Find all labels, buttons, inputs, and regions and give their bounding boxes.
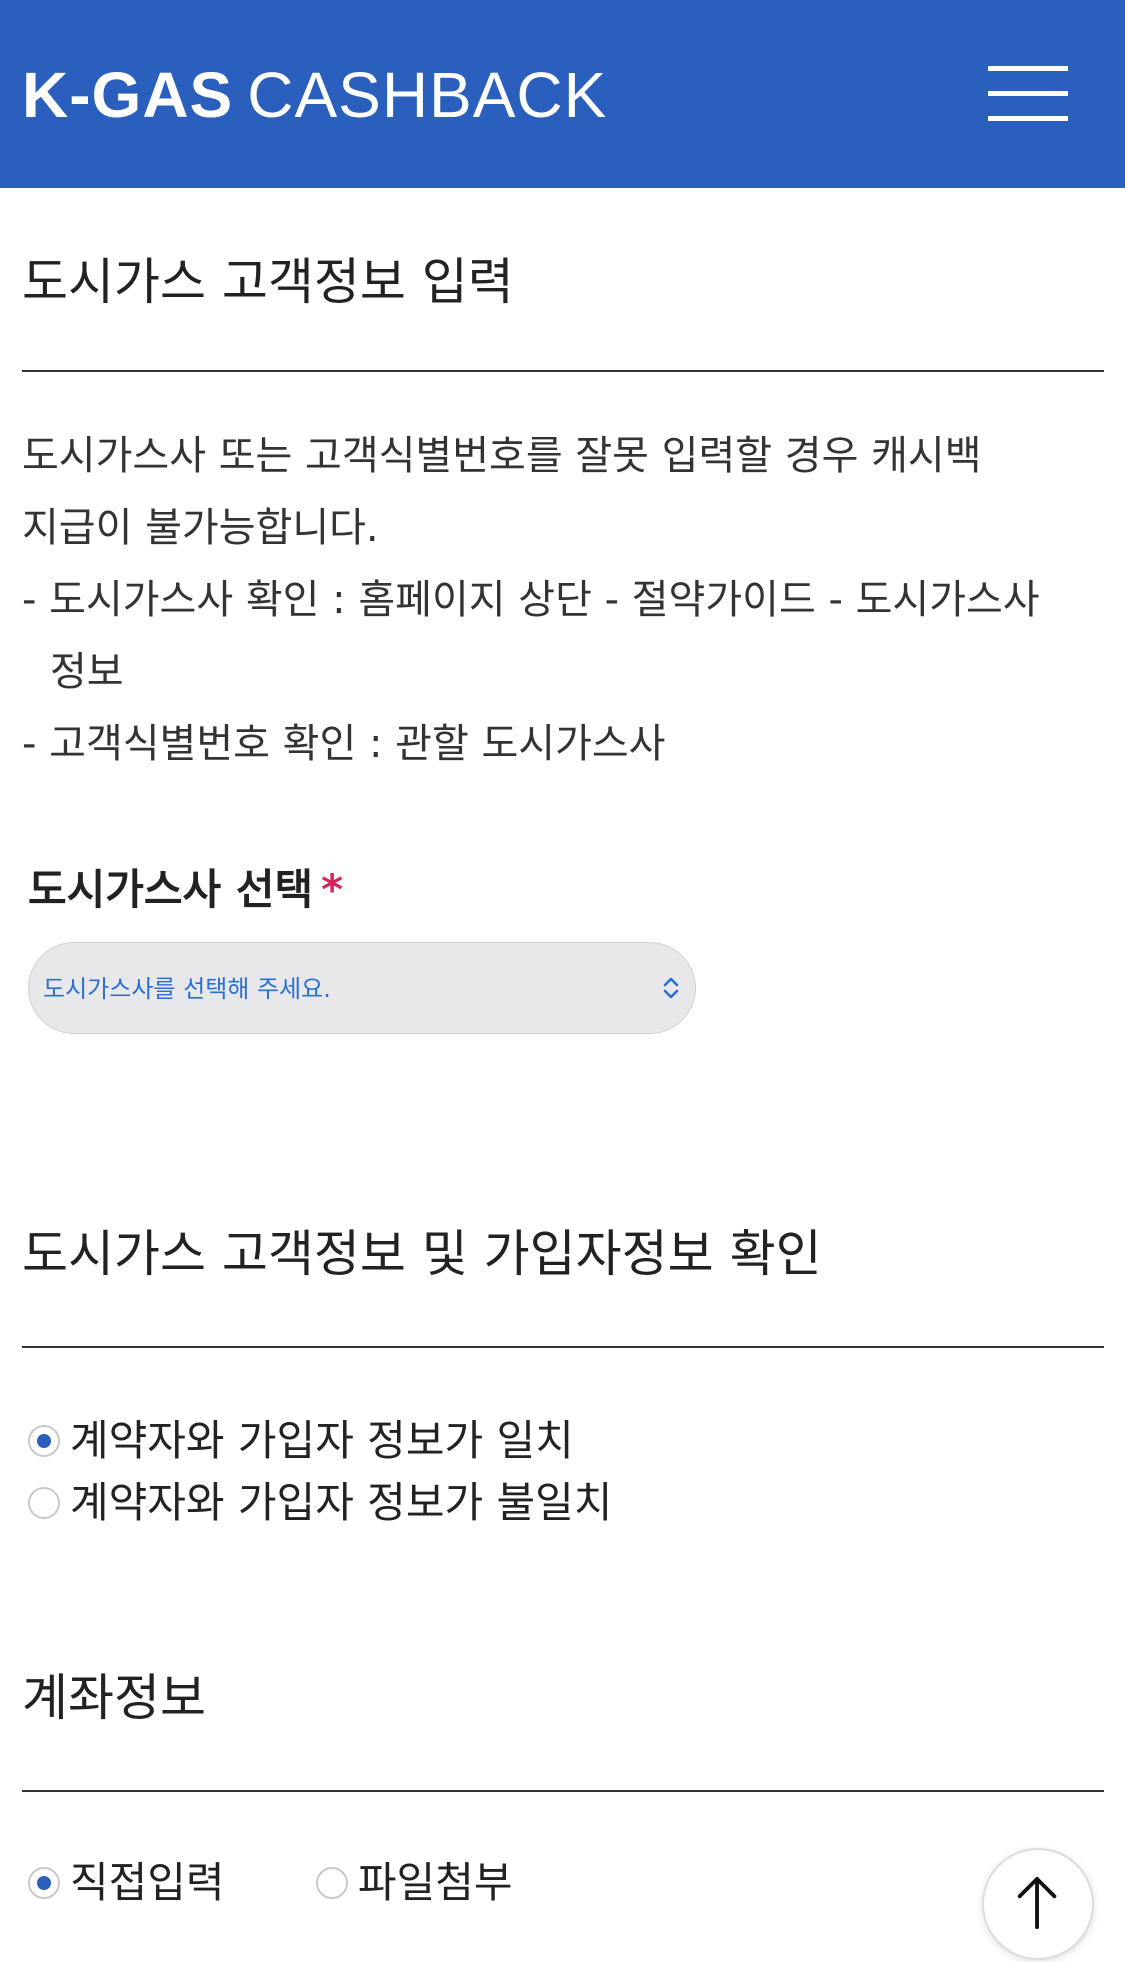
radio-option-match[interactable]: 계약자와 가입자 정보가 일치	[28, 1408, 574, 1471]
subscriber-match-radio-group: 계약자와 가입자 정보가 일치 계약자와 가입자 정보가 불일치	[28, 1408, 1108, 1533]
brand-logo-bold: K-GAS	[22, 59, 234, 131]
radio-label: 계약자와 가입자 정보가 일치	[70, 1415, 574, 1465]
gas-company-select-value: 도시가스사를 선택해 주세요.	[43, 975, 331, 1003]
radio-button[interactable]	[28, 1424, 60, 1457]
gas-company-label-text: 도시가스사 선택	[28, 865, 314, 914]
notice-text: 도시가스사 또는 고객식별번호를 잘못 입력할 경우 캐시백 지급이 불가능합니…	[22, 420, 1092, 780]
radio-option-mismatch[interactable]: 계약자와 가입자 정보가 불일치	[28, 1471, 612, 1534]
section-title-account-info: 계좌정보	[22, 1669, 206, 1727]
chevron-updown-icon	[663, 977, 679, 999]
gas-company-label: 도시가스사 선택 *	[28, 860, 343, 920]
app-header: K-GAS CASHBACK	[0, 0, 1125, 188]
section-divider	[22, 1346, 1104, 1348]
radio-label: 계약자와 가입자 정보가 불일치	[70, 1478, 613, 1527]
radio-label: 파일첨부	[357, 1857, 513, 1907]
radio-button[interactable]	[28, 1866, 60, 1899]
radio-button[interactable]	[28, 1487, 60, 1519]
radio-option-file-attach[interactable]: 파일첨부	[315, 1850, 513, 1913]
notice-line: - 도시가스사 확인 : 홈페이지 상단 - 절약가이드 - 도시가스사	[22, 577, 1040, 623]
arrow-up-icon	[1017, 1877, 1057, 1930]
notice-line: 도시가스사 또는 고객식별번호를 잘못 입력할 경우 캐시백	[22, 433, 982, 479]
brand-logo-light: CASHBACK	[247, 59, 608, 131]
gas-company-select[interactable]: 도시가스사를 선택해 주세요.	[28, 942, 696, 1034]
brand-logo[interactable]: K-GAS CASHBACK	[22, 60, 607, 130]
required-mark: *	[321, 865, 344, 914]
account-input-radio-group: 직접입력 파일첨부	[28, 1850, 512, 1913]
notice-line: 지급이 불가능합니다.	[22, 505, 379, 551]
scroll-to-top-button[interactable]	[982, 1848, 1094, 1960]
radio-button[interactable]	[315, 1866, 348, 1899]
radio-option-direct-input[interactable]: 직접입력	[28, 1850, 225, 1913]
section-divider	[22, 370, 1104, 372]
notice-line: - 고객식별번호 확인 : 관할 도시가스사	[22, 721, 666, 767]
section-divider	[22, 1790, 1104, 1792]
section-title-customer-info: 도시가스 고객정보 입력	[22, 253, 514, 311]
section-title-subscriber-check: 도시가스 고객정보 및 가입자정보 확인	[22, 1225, 822, 1283]
notice-line: 정보	[50, 649, 124, 695]
hamburger-menu-icon[interactable]	[988, 66, 1068, 122]
radio-label: 직접입력	[70, 1857, 225, 1907]
